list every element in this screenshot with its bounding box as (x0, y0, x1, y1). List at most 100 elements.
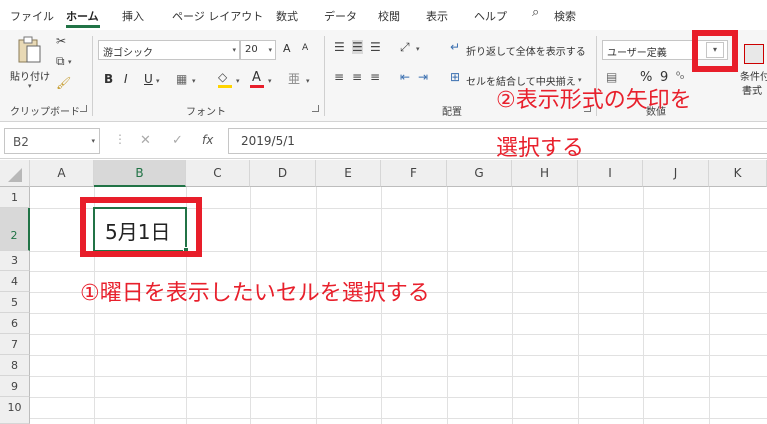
row-header-7[interactable]: 7 (0, 334, 30, 355)
name-box[interactable]: B2 ▾ (4, 128, 100, 154)
increase-indent-icon[interactable]: ⇥ (418, 70, 428, 84)
align-left-icon[interactable]: ≡ (334, 70, 344, 84)
gridline (447, 187, 448, 424)
font-name-value: 游ゴシック (103, 48, 153, 59)
row-header-6[interactable]: 6 (0, 313, 30, 334)
name-box-dropdown-icon[interactable]: ▾ (91, 137, 95, 145)
tab-review[interactable]: 校閲 (378, 8, 400, 24)
align-center-icon[interactable]: ≡ (352, 70, 362, 84)
row-header-3[interactable]: 3 (0, 251, 30, 271)
row-header-10[interactable]: 10 (0, 397, 30, 424)
column-header-f[interactable]: F (381, 160, 447, 187)
tab-page-layout[interactable]: ページ レイアウト (172, 8, 263, 24)
row-header-9[interactable]: 9 (0, 376, 30, 397)
more-options-icon[interactable]: ⋮ (114, 132, 126, 146)
copy-icon[interactable]: ⧉ (56, 54, 65, 68)
column-header-e[interactable]: E (316, 160, 381, 187)
conditional-formatting-label-2[interactable]: 書式 (742, 82, 762, 97)
font-launcher-icon[interactable] (312, 105, 319, 112)
italic-button[interactable]: I (124, 72, 128, 86)
row-header-8[interactable]: 8 (0, 355, 30, 376)
clipboard-launcher-icon[interactable] (80, 105, 87, 112)
row-header-2[interactable]: 2 (0, 208, 30, 251)
underline-button[interactable]: U (144, 72, 153, 86)
cancel-entry-button[interactable]: ✕ (140, 133, 151, 148)
wrap-text-button[interactable]: 折り返して全体を表示する (466, 43, 586, 58)
gridline (709, 187, 710, 424)
borders-icon[interactable]: ▦ (176, 72, 187, 86)
font-color-swatch (250, 85, 264, 88)
annotation-step-1: ①曜日を表示したいセルを選択する (80, 281, 430, 306)
active-tab-indicator (66, 25, 100, 28)
tab-formulas[interactable]: 数式 (276, 8, 298, 24)
insert-function-button[interactable]: fx (202, 133, 213, 147)
tab-file[interactable]: ファイル (10, 8, 54, 24)
align-right-icon[interactable]: ≡ (370, 70, 380, 84)
tab-help[interactable]: ヘルプ (474, 8, 507, 24)
tab-insert[interactable]: 挿入 (122, 8, 144, 24)
grow-font-icon[interactable]: A (283, 42, 291, 55)
row-header-4[interactable]: 4 (0, 271, 30, 292)
tab-data[interactable]: データ (324, 8, 357, 24)
bold-button[interactable]: B (104, 72, 113, 86)
gridline (578, 187, 579, 424)
row-header-5[interactable]: 5 (0, 292, 30, 313)
column-header-a[interactable]: A (30, 160, 94, 187)
conditional-formatting-icon[interactable] (744, 44, 764, 64)
select-all-corner[interactable] (0, 160, 30, 187)
column-header-b[interactable]: B (94, 160, 186, 187)
paste-label[interactable]: 貼り付け (10, 68, 50, 83)
decrease-indent-icon[interactable]: ⇤ (400, 70, 410, 84)
align-top-icon[interactable]: ☰ (334, 40, 345, 54)
font-color-dropdown-icon[interactable]: ▾ (268, 77, 272, 85)
column-header-i[interactable]: I (578, 160, 643, 187)
font-color-icon[interactable]: A (252, 70, 261, 85)
copy-dropdown-icon[interactable]: ▾ (68, 58, 72, 66)
format-painter-icon[interactable]: 🖌 (56, 76, 71, 90)
column-header-d[interactable]: D (250, 160, 316, 187)
gridline (30, 355, 767, 356)
name-box-value: B2 (13, 135, 29, 149)
gridline (30, 334, 767, 335)
number-format-dropdown-button[interactable]: ▾ (706, 42, 724, 58)
tab-view[interactable]: 表示 (426, 8, 448, 24)
orientation-icon[interactable]: ⤢ (400, 40, 410, 54)
column-header-g[interactable]: G (447, 160, 512, 187)
phonetic-dropdown-icon[interactable]: ▾ (306, 77, 310, 85)
align-middle-icon[interactable]: ☰ (352, 40, 363, 54)
font-size-select[interactable]: 20 ▾ (240, 40, 276, 60)
gridline (30, 271, 767, 272)
column-header-c[interactable]: C (186, 160, 250, 187)
shrink-font-icon[interactable]: A (302, 43, 308, 53)
paste-icon[interactable] (16, 36, 42, 66)
font-name-select[interactable]: 游ゴシック ▾ (98, 40, 240, 60)
gridline (30, 376, 767, 377)
font-size-dropdown-icon[interactable]: ▾ (268, 46, 272, 54)
wrap-text-icon[interactable]: ↵ (450, 40, 460, 54)
phonetic-icon[interactable]: 亜 (288, 72, 300, 86)
font-group-label: フォント (186, 107, 226, 118)
search-icon[interactable]: ⌕ (532, 6, 539, 20)
conditional-formatting-label-1[interactable]: 条件付 (740, 68, 767, 83)
font-name-dropdown-icon[interactable]: ▾ (232, 46, 236, 54)
fill-color-icon[interactable]: ◇ (218, 70, 227, 84)
paste-dropdown-icon[interactable]: ▾ (28, 82, 32, 90)
column-header-j[interactable]: J (643, 160, 709, 187)
confirm-entry-button[interactable]: ✓ (172, 133, 183, 148)
align-bottom-icon[interactable]: ☰ (370, 40, 381, 54)
column-header-k[interactable]: K (709, 160, 767, 187)
gridline (30, 397, 767, 398)
row-header-1[interactable]: 1 (0, 187, 30, 208)
orientation-dropdown-icon[interactable]: ▾ (416, 45, 420, 53)
highlight-cell-b2 (80, 197, 202, 257)
borders-dropdown-icon[interactable]: ▾ (192, 77, 196, 85)
tab-home[interactable]: ホーム (66, 8, 99, 24)
cut-icon[interactable]: ✂ (56, 34, 66, 48)
formula-value: 2019/5/1 (241, 134, 295, 148)
merge-center-icon[interactable]: ⊞ (450, 70, 460, 84)
column-header-h[interactable]: H (512, 160, 578, 187)
fill-color-dropdown-icon[interactable]: ▾ (236, 77, 240, 85)
group-divider (92, 36, 93, 116)
underline-dropdown-icon[interactable]: ▾ (156, 77, 160, 85)
search-label[interactable]: 検索 (554, 8, 576, 24)
